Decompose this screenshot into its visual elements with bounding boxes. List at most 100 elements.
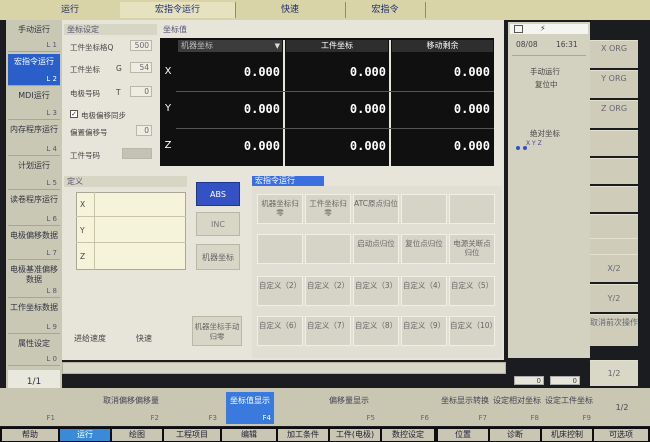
top-tab-macro[interactable]: 宏指令 xyxy=(345,2,426,18)
work-z: 0.000 xyxy=(349,139,386,153)
macro-custom-2a[interactable]: 自定义（2） xyxy=(257,276,303,306)
field-electrode-no[interactable]: 0 xyxy=(130,86,152,97)
macro-machine-zero[interactable]: 机器坐标归零 xyxy=(257,194,303,224)
right-page-button[interactable]: 1/2 xyxy=(590,360,638,386)
define-axis-box xyxy=(76,192,186,270)
nav-memory-run[interactable]: 内存程序运行 L 4 xyxy=(8,122,60,156)
coord-type-dropdown[interactable]: 机器坐标 ▼ xyxy=(178,40,282,52)
macro-custom-6[interactable]: 自定义（6） xyxy=(257,316,303,346)
inc-button[interactable]: INC xyxy=(196,212,240,236)
axis-label-x: X xyxy=(164,66,172,77)
fkey-f6[interactable]: F6 xyxy=(382,392,432,424)
fkey-f8-set-relative[interactable]: 设定相对坐标 F8 xyxy=(492,392,542,424)
tab-diagnosis[interactable]: 诊断 xyxy=(490,429,540,441)
macro-work-zero[interactable]: 工件坐标归零 xyxy=(305,194,351,224)
machine-coord-button[interactable]: 机器坐标 xyxy=(196,244,240,270)
top-tab-run[interactable]: 运行 xyxy=(20,2,121,18)
macro-blank[interactable] xyxy=(401,194,447,224)
nav-tape-run[interactable]: 读卷程序运行 L 6 xyxy=(8,192,60,226)
tab-machining-conditions[interactable]: 加工条件 xyxy=(278,429,328,441)
macro-blank[interactable] xyxy=(449,194,495,224)
macro-blank[interactable] xyxy=(305,234,351,264)
fkey-f9-set-work[interactable]: 设定工件坐标 F9 xyxy=(544,392,594,424)
tab-machine-control[interactable]: 机床控制 xyxy=(542,429,592,441)
macro-custom-3[interactable]: 自定义（3） xyxy=(353,276,399,306)
remaining-z: 0.000 xyxy=(453,139,490,153)
fkey-f5-offset-display[interactable]: 偏移量显示 F5 xyxy=(320,392,378,424)
feed-speed-value: 快速 xyxy=(136,334,152,343)
cancel-previous-button[interactable]: 取消前次操作 xyxy=(590,314,638,346)
remaining-y: 0.000 xyxy=(453,102,490,116)
field-label-work-no: 工件号码 xyxy=(70,151,100,160)
right-blank-button[interactable] xyxy=(590,158,638,184)
sync-checkbox[interactable]: ✓ xyxy=(70,110,78,118)
field-work-grid[interactable]: 500 xyxy=(130,40,152,51)
nav-label: MDI运行 xyxy=(18,91,50,100)
nav-label: 手动运行 xyxy=(18,25,50,34)
coord-type-value: 机器坐标 xyxy=(181,41,213,50)
divider xyxy=(176,128,494,129)
fkey-number: F9 xyxy=(582,414,591,422)
field-label-work-grid: 工件坐标格Q xyxy=(70,43,114,52)
nav-electrode-offset[interactable]: 电极偏移数据 L 7 xyxy=(8,228,60,260)
tab-project[interactable]: 工程项目 xyxy=(164,429,220,441)
tab-help[interactable]: 帮助 xyxy=(2,429,58,441)
fkey-label: 设定相对坐标 xyxy=(493,396,541,405)
tab-position[interactable]: 位置 xyxy=(438,429,488,441)
field-work-no[interactable] xyxy=(122,148,152,159)
macro-custom-7[interactable]: 自定义（7） xyxy=(305,316,351,346)
readout-box: 0 xyxy=(514,376,544,385)
tab-edit[interactable]: 编辑 xyxy=(222,429,276,441)
macro-custom-8[interactable]: 自定义（8） xyxy=(353,316,399,346)
machine-z: 0.000 xyxy=(243,139,280,153)
macro-custom-2b[interactable]: 自定义（2） xyxy=(305,276,351,306)
nav-macro-run[interactable]: 宏指令运行 L 2 xyxy=(8,54,60,86)
machine-zero-manual-button[interactable]: 机器坐标手动归零 xyxy=(192,316,242,346)
x-half-button[interactable]: X/2 xyxy=(590,254,638,282)
tab-run[interactable]: 运行 xyxy=(60,429,110,441)
nav-attribute-setting[interactable]: 属性设定 L 0 xyxy=(8,336,60,366)
z-org-button[interactable]: Z ORG xyxy=(590,100,638,128)
macro-custom-4[interactable]: 自定义（4） xyxy=(401,276,447,306)
macro-blank[interactable] xyxy=(257,234,303,264)
y-org-button[interactable]: Y ORG xyxy=(590,70,638,98)
coord-panel-title: 坐标值 xyxy=(163,25,187,34)
fkey-f1[interactable]: F1 xyxy=(4,392,58,424)
fkey-number: F8 xyxy=(530,414,539,422)
right-blank-button[interactable] xyxy=(590,130,638,156)
field-work-coord[interactable]: 54 xyxy=(130,62,152,73)
nav-label: 电极基准偏移数据 xyxy=(10,265,58,284)
nav-mdi-run[interactable]: MDI运行 L 3 xyxy=(8,88,60,120)
macro-custom-5[interactable]: 自定义（5） xyxy=(449,276,495,306)
nav-manual-run[interactable]: 手动运行 L 1 xyxy=(8,22,60,52)
fkey-number: F2 xyxy=(150,414,159,422)
nav-electrode-base-offset[interactable]: 电极基准偏移数据 L 8 xyxy=(8,262,60,298)
fkey-page[interactable]: 1/2 xyxy=(598,392,646,424)
tab-nc-settings[interactable]: 数控设定 xyxy=(382,429,434,441)
macro-custom-9[interactable]: 自定义（9） xyxy=(401,316,447,346)
y-half-button[interactable]: Y/2 xyxy=(590,284,638,312)
top-tab-macro-run[interactable]: 宏指令运行 xyxy=(120,2,236,18)
right-blank-button[interactable] xyxy=(590,214,638,240)
tab-drawing[interactable]: 绘图 xyxy=(112,429,162,441)
macro-power-off-point-return[interactable]: 电源关断点归位 xyxy=(449,234,495,264)
macro-atc-origin[interactable]: ATC原点归位 xyxy=(353,194,399,224)
fkey-f7-coord-convert[interactable]: 坐标显示转换 F7 xyxy=(440,392,490,424)
field-offset-no[interactable]: 0 xyxy=(136,125,152,136)
tab-workpiece-electrode[interactable]: 工件(电极) xyxy=(330,429,380,441)
abs-button[interactable]: ABS xyxy=(196,182,240,206)
tab-options[interactable]: 可选项 xyxy=(594,429,648,441)
macro-custom-10[interactable]: 自定义（10） xyxy=(449,316,497,346)
nav-key: L 4 xyxy=(46,145,57,153)
right-blank-button[interactable] xyxy=(590,186,638,212)
fkey-f3[interactable]: F3 xyxy=(164,392,220,424)
macro-reset-point-return[interactable]: 复位点归位 xyxy=(401,234,447,264)
x-org-button[interactable]: X ORG xyxy=(590,40,638,68)
fkey-f4-coord-display[interactable]: 坐标值显示 F4 xyxy=(226,392,274,424)
fkey-f2[interactable]: 取消偏移偏移量 F2 xyxy=(100,392,162,424)
top-tab-rapid[interactable]: 快速 xyxy=(235,2,346,18)
nav-work-coord-data[interactable]: 工作坐标数据 L 9 xyxy=(8,300,60,334)
divider xyxy=(76,242,186,243)
nav-schedule-run[interactable]: 计划运行 L 5 xyxy=(8,158,60,190)
macro-start-point-return[interactable]: 启动点归位 xyxy=(353,234,399,264)
